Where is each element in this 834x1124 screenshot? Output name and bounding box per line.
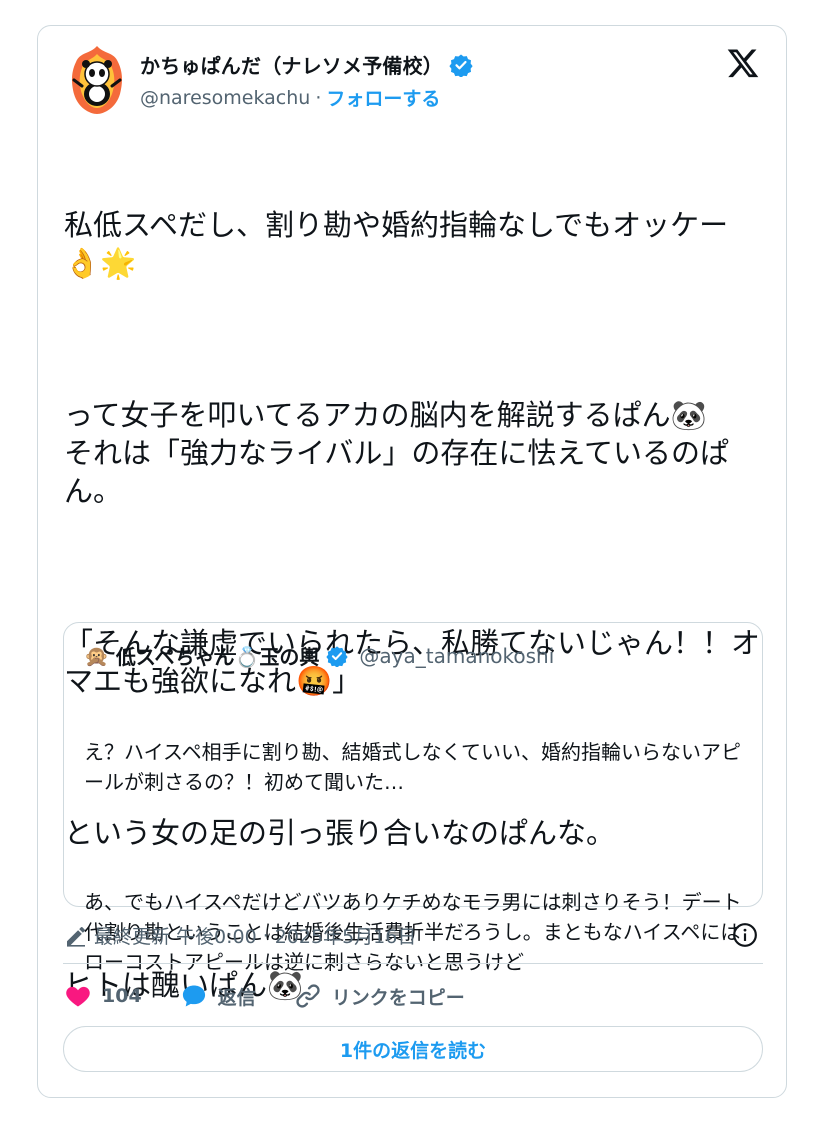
quoted-author-handle: @aya_tamanokoshi: [359, 643, 555, 668]
author-handle-row: @naresomekachu · フォローする: [140, 84, 440, 111]
post-meta: 最終更新 午後0:00 · 2025年5月16日: [64, 922, 416, 949]
info-icon[interactable]: [732, 922, 758, 948]
post-paragraph: 私低スペだし、割り勘や婚約指輪なしでもオッケー👌🌟: [64, 208, 729, 280]
quoted-post-header: 🙊 低スペちゃん💍玉の輿 @aya_tamanokoshi: [84, 641, 554, 670]
post-time[interactable]: 午後0:00: [176, 922, 257, 949]
quoted-post[interactable]: 🙊 低スペちゃん💍玉の輿 @aya_tamanokoshi え？ハイスペ相手に割…: [63, 622, 763, 974]
post-date[interactable]: 2025年5月16日: [275, 922, 417, 949]
copy-link-button[interactable]: リンクをコピー: [294, 982, 465, 1010]
follow-button[interactable]: フォローする: [326, 84, 440, 111]
link-icon: [296, 984, 320, 1008]
action-bar: 104 返信 リンクをコピー: [64, 982, 503, 1010]
author-handle[interactable]: @naresomekachu: [140, 87, 310, 109]
author-name[interactable]: かちゅぱんだ（ナレソメ予備校）: [140, 50, 443, 79]
divider: [63, 963, 763, 964]
pencil-icon: [67, 926, 85, 947]
x-logo-icon[interactable]: [726, 46, 760, 80]
separator-dot: ·: [315, 86, 322, 109]
reply-label: 返信: [217, 986, 256, 1009]
author-avatar[interactable]: [68, 44, 126, 116]
reply-button[interactable]: 返信: [180, 982, 256, 1010]
like-count: 104: [102, 985, 142, 1007]
speech-bubble-icon: [182, 985, 205, 1007]
author-name-row: かちゅぱんだ（ナレソメ予備校）: [140, 50, 473, 79]
edited-label[interactable]: 最終更新: [94, 922, 170, 949]
quoted-paragraph: え？ハイスペ相手に割り勘、結婚式しなくていい、婚約指輪いらないアピールが刺さるの…: [84, 740, 741, 794]
quoted-author-avatar: 🙊: [84, 643, 109, 668]
post-paragraph: って女子を叩いてるアカの脳内を解説するぱん🐼 それは「強力なライバル」の存在に怯…: [64, 398, 729, 508]
read-replies-button[interactable]: 1件の返信を読む: [63, 1026, 763, 1072]
like-button[interactable]: 104: [64, 982, 142, 1010]
verified-badge-icon: [326, 645, 349, 667]
separator-dot: ·: [262, 924, 269, 947]
embedded-post-card: かちゅぱんだ（ナレソメ予備校） @naresomekachu · フォローする …: [37, 25, 787, 1098]
verified-badge-icon: [449, 54, 473, 77]
heart-icon: [66, 986, 90, 1007]
copy-link-label: リンクをコピー: [331, 986, 465, 1009]
quoted-author-name: 低スペちゃん💍玉の輿: [115, 645, 320, 669]
